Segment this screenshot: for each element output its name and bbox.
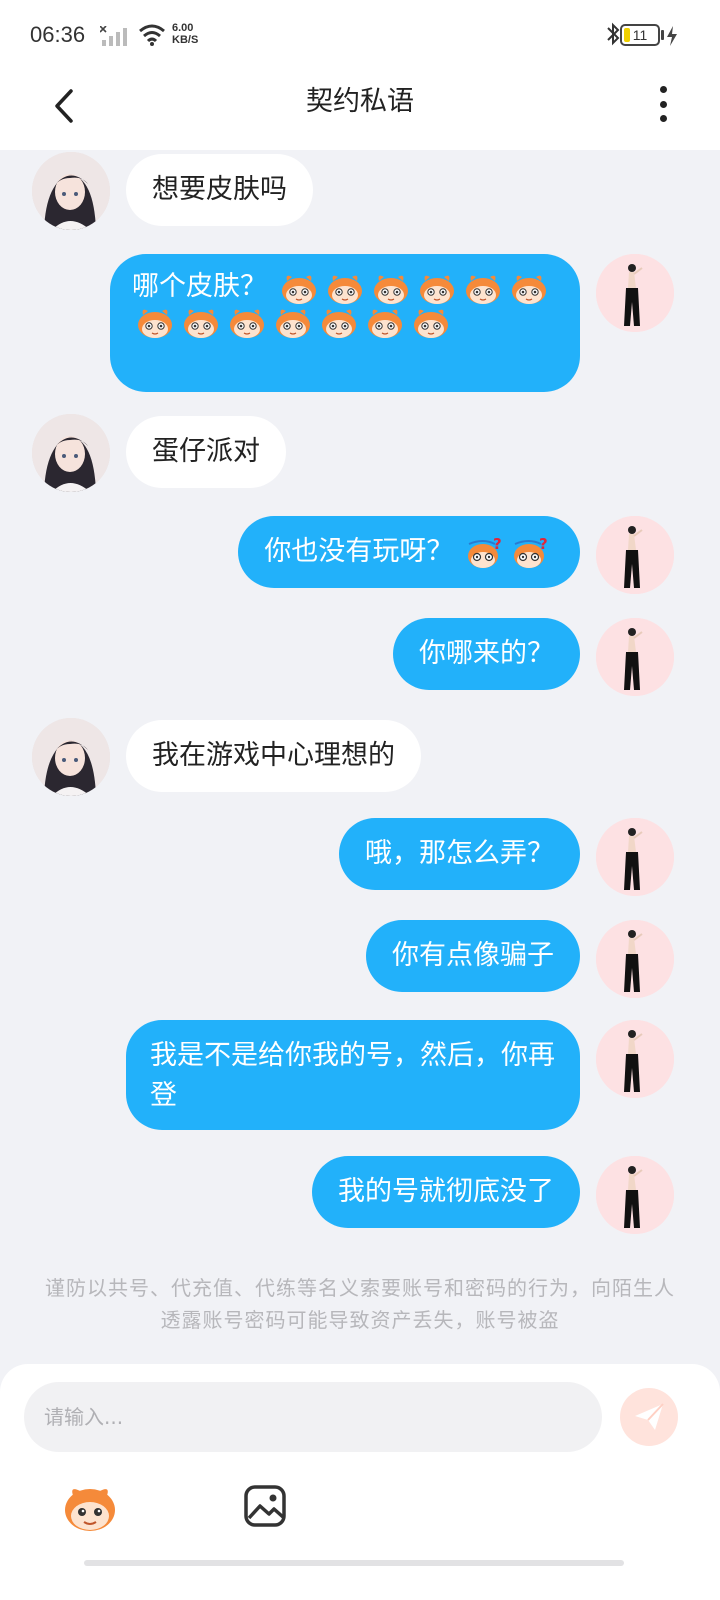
eggy-emoji-icon	[411, 305, 451, 339]
contact-avatar[interactable]	[32, 414, 110, 492]
battery-icon: 11	[620, 24, 660, 46]
eggy-emoji-icon	[465, 536, 505, 570]
message-text: 蛋仔派对	[152, 436, 260, 467]
message-row: 想要皮肤吗	[0, 152, 720, 232]
my-avatar[interactable]	[596, 1020, 674, 1098]
my-avatar[interactable]	[596, 516, 674, 594]
bluetooth-icon	[606, 22, 620, 50]
my-avatar[interactable]	[596, 818, 674, 896]
message-text: 哦，那怎么弄？	[365, 838, 554, 869]
more-options-button[interactable]	[650, 82, 676, 126]
message-text: 你也没有玩呀？	[264, 536, 454, 567]
send-button[interactable]	[620, 1388, 678, 1446]
eggy-emoji-icon	[273, 305, 313, 339]
eggy-emoji-icon	[65, 1489, 115, 1531]
eggy-emoji-icon	[463, 271, 503, 305]
message-bubble-outgoing[interactable]: 哪个皮肤？	[110, 254, 580, 392]
wifi-icon	[138, 24, 166, 50]
eggy-emoji-icon	[181, 305, 221, 339]
eggy-emoji-icon	[511, 536, 551, 570]
message-bubble-outgoing[interactable]: 哦，那怎么弄？	[339, 818, 580, 890]
battery-tip	[661, 30, 664, 40]
message-row: 我在游戏中心理想的	[0, 718, 720, 798]
message-row: 你哪来的？	[0, 618, 720, 698]
message-bubble-outgoing[interactable]: 你也没有玩呀？	[238, 516, 580, 588]
message-bubble-outgoing[interactable]: 你有点像骗子	[366, 920, 580, 992]
eggy-emoji-icon	[279, 271, 319, 305]
status-bar: 06:36 6.00 KB/S 11	[0, 0, 720, 70]
send-icon	[635, 1403, 664, 1430]
message-text: 我是不是给你我的号，然后，你再登	[150, 1040, 555, 1111]
message-bubble-incoming[interactable]: 蛋仔派对	[126, 416, 286, 488]
message-row: 我的号就彻底没了	[0, 1156, 720, 1236]
eggy-emoji-icon	[365, 305, 405, 339]
my-avatar[interactable]	[596, 254, 674, 332]
network-speed-unit: KB/S	[172, 34, 199, 46]
more-vertical-icon	[659, 86, 667, 93]
message-row: 你有点像骗子	[0, 920, 720, 1000]
eggy-emoji-icon	[509, 271, 549, 305]
message-text: 我在游戏中心理想的	[152, 740, 395, 771]
emoji-set	[462, 536, 554, 567]
eggy-emoji-icon	[325, 271, 365, 305]
eggy-emoji-icon	[319, 305, 359, 339]
eggy-emoji-icon	[417, 271, 457, 305]
message-row: 蛋仔派对	[0, 414, 720, 494]
message-text: 我的号就彻底没了	[338, 1176, 554, 1207]
my-avatar[interactable]	[596, 618, 674, 696]
message-bubble-outgoing[interactable]: 我是不是给你我的号，然后，你再登	[126, 1020, 580, 1130]
eggy-emoji-icon	[135, 305, 175, 339]
chat-header: 契约私语	[0, 70, 720, 150]
battery-level: 11	[632, 27, 648, 43]
my-avatar[interactable]	[596, 920, 674, 998]
network-speed: 6.00 KB/S	[172, 22, 198, 46]
image-button[interactable]	[243, 1484, 287, 1528]
input-panel	[0, 1364, 720, 1600]
message-text: 想要皮肤吗	[152, 174, 287, 205]
signal-icon	[99, 25, 128, 50]
message-bubble-incoming[interactable]: 我在游戏中心理想的	[126, 720, 421, 792]
status-time: 06:36	[30, 22, 86, 47]
contact-avatar[interactable]	[32, 152, 110, 230]
message-row: 你也没有玩呀？	[0, 516, 720, 596]
contact-avatar[interactable]	[32, 718, 110, 796]
message-bubble-outgoing[interactable]: 我的号就彻底没了	[312, 1156, 580, 1228]
page-title: 契约私语	[306, 86, 414, 117]
message-row: 哪个皮肤？	[0, 254, 720, 392]
network-speed-value: 6.00	[172, 22, 194, 34]
eggy-emoji-icon	[227, 305, 267, 339]
message-input[interactable]	[24, 1382, 602, 1452]
eggy-emoji-icon	[371, 271, 411, 305]
security-notice: 谨防以共号、代充值、代练等名义索要账号和密码的行为，向陌生人透露账号密码可能导致…	[45, 1276, 675, 1332]
message-row: 哦，那怎么弄？	[0, 818, 720, 898]
image-icon	[244, 1485, 286, 1527]
charging-icon	[666, 26, 678, 50]
my-avatar[interactable]	[596, 1156, 674, 1234]
message-text: 你哪来的？	[419, 638, 554, 669]
home-indicator	[84, 1560, 624, 1566]
message-row: 我是不是给你我的号，然后，你再登	[0, 1020, 720, 1132]
message-text: 哪个皮肤？	[132, 271, 267, 302]
message-text: 你有点像骗子	[392, 940, 554, 971]
message-bubble-incoming[interactable]: 想要皮肤吗	[126, 154, 313, 226]
message-bubble-outgoing[interactable]: 你哪来的？	[393, 618, 580, 690]
emoji-button[interactable]	[62, 1482, 118, 1534]
